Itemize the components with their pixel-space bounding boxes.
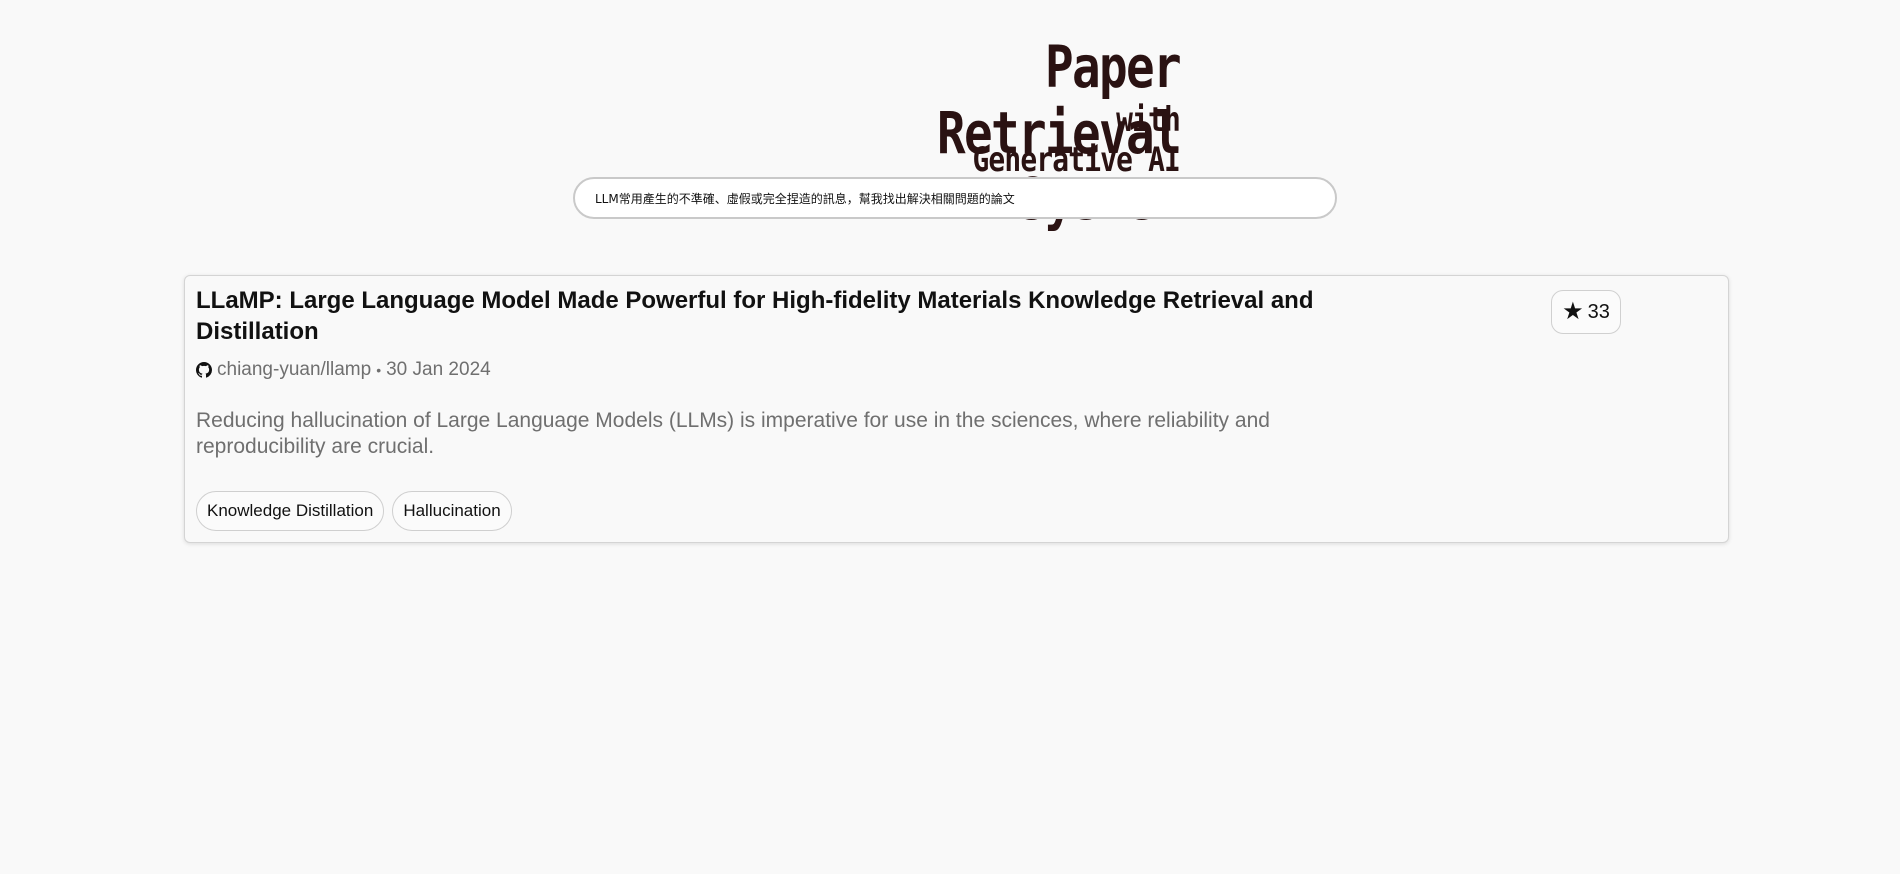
header: Paper Retrieval System with Generative A… bbox=[0, 34, 1900, 232]
repo-link[interactable]: chiang-yuan/llamp bbox=[217, 358, 371, 382]
github-icon bbox=[196, 362, 212, 378]
star-icon: ★ bbox=[1562, 298, 1584, 325]
tag-list: Knowledge Distillation Hallucination bbox=[196, 491, 512, 531]
search-input[interactable] bbox=[595, 179, 1315, 217]
paper-abstract: Reducing hallucination of Large Language… bbox=[196, 409, 1270, 458]
paper-date: 30 Jan 2024 bbox=[386, 359, 491, 380]
search-bar[interactable] bbox=[573, 177, 1337, 219]
paper-title[interactable]: LLaMP: Large Language Model Made Powerfu… bbox=[196, 285, 1396, 347]
result-card: LLaMP: Large Language Model Made Powerfu… bbox=[184, 275, 1729, 543]
star-count: 33 bbox=[1587, 301, 1610, 323]
star-button[interactable]: ★ 33 bbox=[1551, 290, 1621, 334]
tag-knowledge-distillation[interactable]: Knowledge Distillation bbox=[196, 491, 385, 531]
paper-meta: chiang-yuan/llamp • 30 Jan 2024 bbox=[196, 358, 491, 382]
app-subtitle: with Generative AI bbox=[972, 100, 1180, 180]
meta-separator: • bbox=[376, 362, 382, 378]
tag-hallucination[interactable]: Hallucination bbox=[392, 491, 512, 531]
